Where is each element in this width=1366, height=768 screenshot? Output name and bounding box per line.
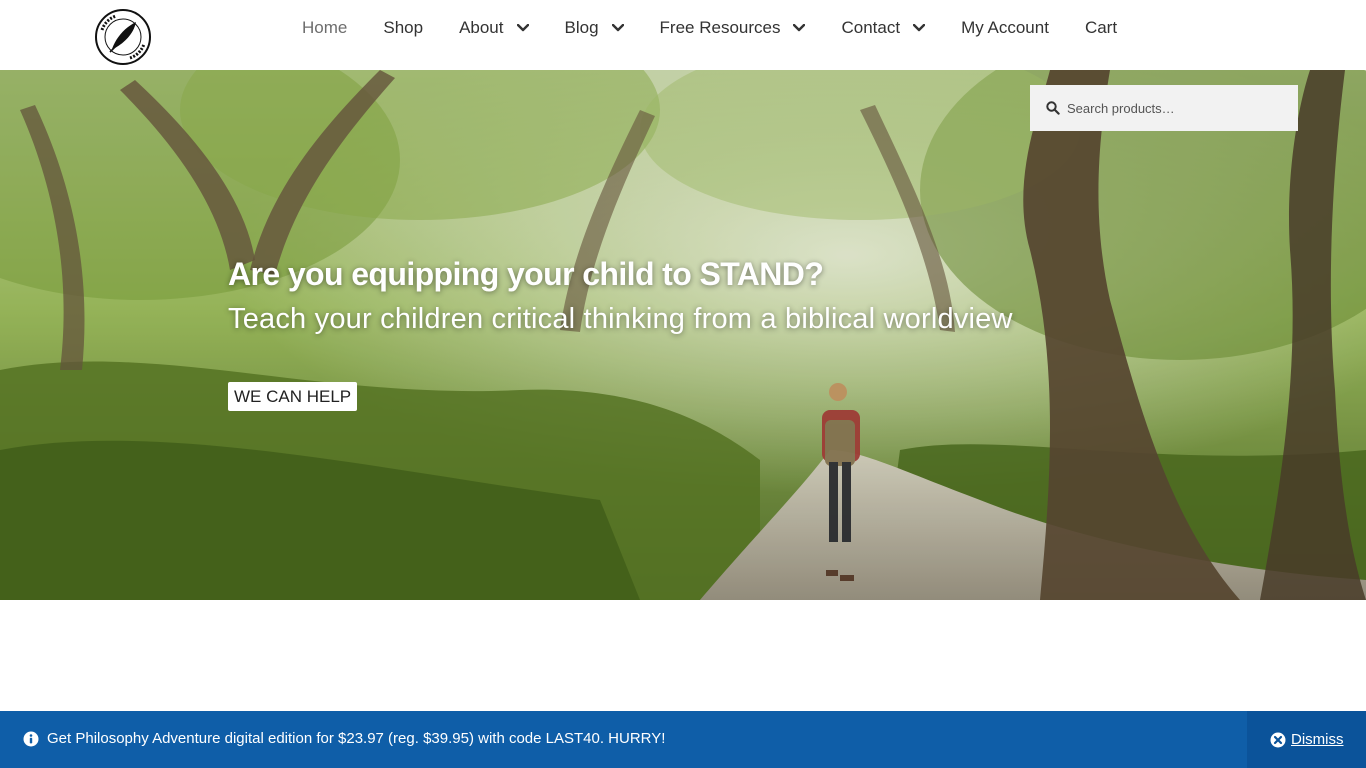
- nav-item-my-account[interactable]: My Account: [961, 18, 1049, 38]
- hero-title: Are you equipping your child to STAND?: [228, 256, 824, 292]
- chevron-down-icon[interactable]: [913, 23, 926, 32]
- nav-item-label: Contact: [841, 17, 901, 37]
- nav-item-shop[interactable]: Shop: [383, 18, 423, 38]
- nav-item-label: Cart: [1084, 17, 1118, 37]
- site-logo[interactable]: [94, 8, 152, 66]
- nav-item-cart[interactable]: Cart: [1085, 18, 1117, 38]
- close-circle-icon: [1270, 732, 1286, 748]
- product-search-form: [1030, 85, 1298, 131]
- dismiss-label: Dismiss: [1291, 731, 1344, 748]
- we-can-help-button[interactable]: WE CAN HELP: [228, 382, 358, 411]
- nav-item-blog[interactable]: Blog: [565, 18, 624, 38]
- nav-item-free-resources[interactable]: Free Resources: [660, 18, 806, 38]
- nav-item-label: Home: [302, 17, 348, 37]
- hero-subtitle: Teach your children critical thinking fr…: [228, 303, 1013, 335]
- hero-banner: Are you equipping your child to STAND? T…: [0, 70, 1366, 600]
- primary-navigation: Home Shop About Blog Free Resources Cont…: [302, 0, 1117, 55]
- nav-item-label: My Account: [961, 17, 1049, 37]
- store-notice-text: Get Philosophy Adventure digital edition…: [47, 730, 666, 747]
- info-icon: [23, 731, 39, 747]
- chevron-down-icon[interactable]: [611, 23, 624, 32]
- nav-item-label: About: [459, 17, 504, 37]
- chevron-down-icon[interactable]: [516, 23, 529, 32]
- nav-item-home[interactable]: Home: [302, 18, 347, 38]
- nav-item-label: Blog: [564, 17, 599, 37]
- store-notice-bar: Get Philosophy Adventure digital edition…: [0, 711, 1366, 768]
- nav-item-about[interactable]: About: [459, 17, 529, 38]
- search-icon: [1046, 101, 1060, 115]
- chevron-down-icon[interactable]: [793, 23, 806, 32]
- quill-emblem-icon: [95, 9, 151, 65]
- dismiss-button[interactable]: Dismiss: [1247, 711, 1366, 768]
- nav-item-contact[interactable]: Contact: [841, 17, 926, 38]
- search-input[interactable]: [1067, 100, 1287, 116]
- nav-item-label: Shop: [383, 17, 424, 37]
- site-header: Home Shop About Blog Free Resources Cont…: [0, 0, 1366, 70]
- nav-item-label: Free Resources: [659, 17, 781, 37]
